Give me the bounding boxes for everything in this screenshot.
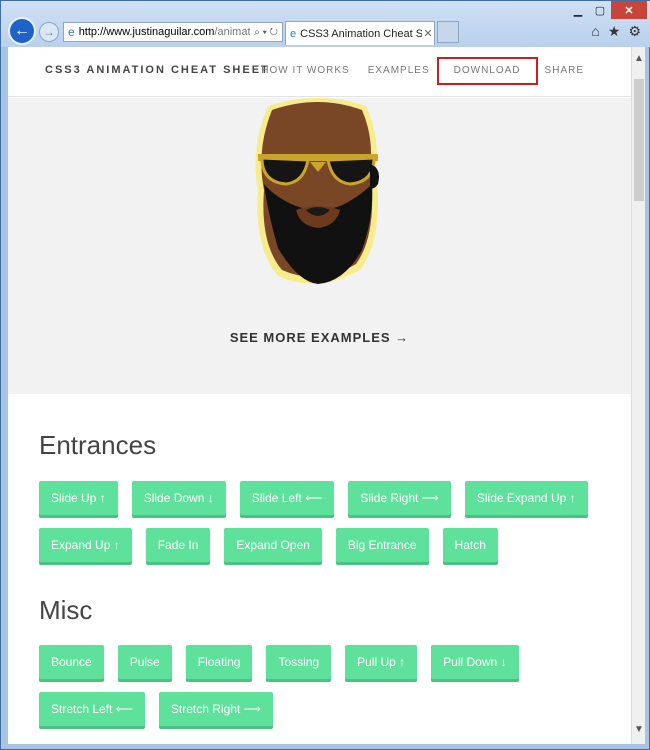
anim-button-stretch-right[interactable]: Stretch Right ⟶	[158, 692, 273, 726]
site-nav: HOW IT WORKS EXAMPLES DOWNLOAD SHARE	[252, 57, 593, 85]
anim-button-slide-up[interactable]: Slide Up ↑	[39, 481, 118, 515]
back-arrow-icon: ←	[14, 22, 30, 39]
site-brand[interactable]: CSS3 ANIMATION CHEAT SHEET	[45, 64, 270, 76]
new-tab-button[interactable]	[437, 21, 459, 43]
nav-download[interactable]: DOWNLOAD	[436, 57, 538, 85]
anim-button-tossing[interactable]: Tossing	[266, 645, 332, 679]
entrances-row-2: Expand Up ↑ Fade In Expand Open Big Entr…	[39, 528, 498, 562]
anim-button-slide-down[interactable]: Slide Down ↓	[131, 481, 226, 515]
anim-button-floating[interactable]: Floating	[185, 645, 253, 679]
ie-icon: e	[68, 25, 75, 39]
tab-close-icon[interactable]: ✕	[422, 27, 434, 40]
favorites-star-icon[interactable]: ★	[608, 23, 621, 40]
forward-arrow-icon: →	[43, 25, 55, 39]
see-more-examples-link[interactable]: SEE MORE EXAMPLES →	[8, 330, 631, 345]
anim-button-slide-right[interactable]: Slide Right ⟶	[348, 481, 451, 515]
page-viewport: CSS3 ANIMATION CHEAT SHEET HOW IT WORKS …	[8, 47, 645, 744]
hero-section: SEE MORE EXAMPLES →	[8, 98, 631, 394]
scroll-down-icon[interactable]: ▼	[632, 724, 645, 738]
browser-titlebar: ← → e http://www.justinaguilar.com/anima…	[1, 1, 650, 47]
anim-button-pulse[interactable]: Pulse	[117, 645, 172, 679]
anim-button-pull-up[interactable]: Pull Up ↑	[345, 645, 418, 679]
nav-how-it-works[interactable]: HOW IT WORKS	[252, 65, 358, 77]
forward-button[interactable]: →	[39, 22, 59, 42]
misc-row-1: Bounce Pulse Floating Tossing Pull Up ↑ …	[39, 645, 519, 679]
tab-title: CSS3 Animation Cheat Sh...	[300, 27, 422, 40]
back-button[interactable]: ←	[8, 17, 36, 45]
site-header: CSS3 ANIMATION CHEAT SHEET HOW IT WORKS …	[8, 47, 631, 97]
anim-button-stretch-left[interactable]: Stretch Left ⟵	[39, 692, 145, 726]
anim-button-hatch[interactable]: Hatch	[442, 528, 498, 562]
close-window-icon[interactable]: ✕	[611, 1, 647, 19]
anim-button-expand-up[interactable]: Expand Up ↑	[39, 528, 132, 562]
entrances-row-1: Slide Up ↑ Slide Down ↓ Slide Left ⟵ Sli…	[39, 481, 588, 515]
section-title-entrances: Entrances	[39, 430, 157, 460]
browser-tab[interactable]: e CSS3 Animation Cheat Sh... ✕	[285, 21, 435, 45]
anim-button-big-entrance[interactable]: Big Entrance	[335, 528, 429, 562]
browser-toolbar-icons: ⌂ ★ ⚙	[591, 23, 641, 40]
anim-button-slide-expand-up[interactable]: Slide Expand Up ↑	[464, 481, 588, 515]
maximize-icon[interactable]: ▢	[589, 1, 611, 19]
nav-examples[interactable]: EXAMPLES	[359, 65, 439, 77]
scroll-up-icon[interactable]: ▲	[632, 53, 645, 67]
anim-button-slide-left[interactable]: Slide Left ⟵	[239, 481, 335, 515]
anim-button-pull-down[interactable]: Pull Down ↓	[431, 645, 519, 679]
home-icon[interactable]: ⌂	[591, 23, 599, 40]
address-bar[interactable]: e http://www.justinaguilar.com/animat ⌕ …	[63, 22, 283, 42]
address-tools-icon[interactable]: ⌕ ▾ ↻	[250, 27, 282, 38]
tab-ie-icon: e	[290, 27, 297, 40]
anim-button-expand-open[interactable]: Expand Open	[224, 528, 322, 562]
browser-window: ← → e http://www.justinaguilar.com/anima…	[0, 0, 650, 750]
mascot-face-illustration	[255, 98, 379, 284]
address-url: http://www.justinaguilar.com/animat	[78, 26, 251, 38]
settings-gear-icon[interactable]: ⚙	[628, 23, 641, 40]
section-title-misc: Misc	[39, 595, 93, 625]
misc-row-2: Stretch Left ⟵ Stretch Right ⟶	[39, 692, 273, 726]
minimize-icon[interactable]: ▁	[567, 1, 589, 19]
vertical-scrollbar[interactable]: ▲ ▼	[631, 47, 645, 744]
scrollbar-thumb[interactable]	[634, 79, 644, 201]
nav-share[interactable]: SHARE	[536, 65, 593, 77]
window-controls: ▁ ▢ ✕	[567, 1, 647, 19]
anim-button-bounce[interactable]: Bounce	[39, 645, 104, 679]
anim-button-fade-in[interactable]: Fade In	[145, 528, 211, 562]
